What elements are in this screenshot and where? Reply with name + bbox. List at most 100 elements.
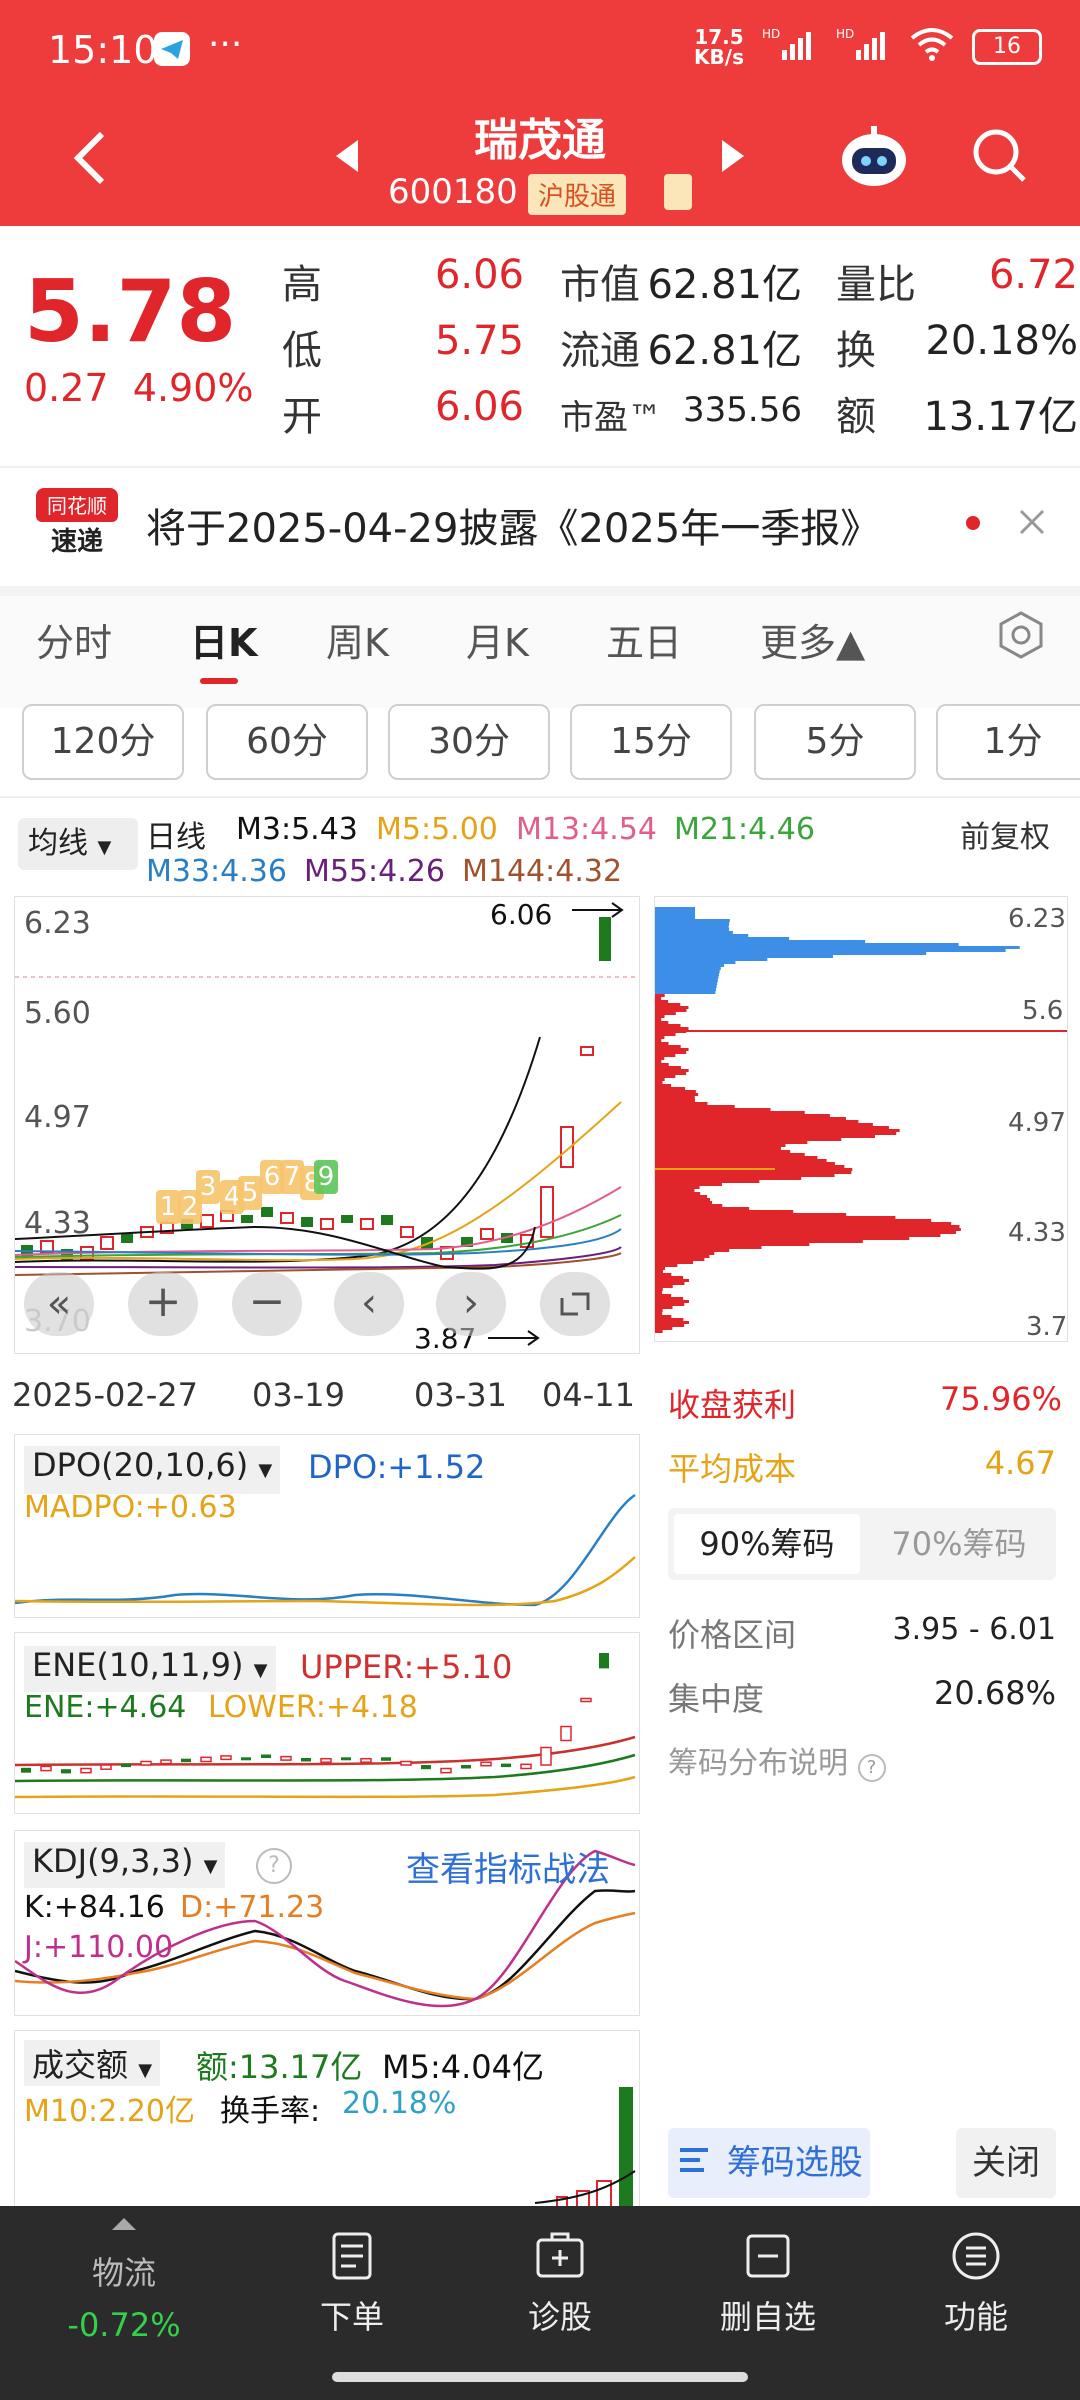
dpo-name[interactable]: DPO(20,10,6) ▼ xyxy=(24,1446,281,1494)
ene-candle xyxy=(381,1757,391,1761)
functions-button[interactable]: 功能 xyxy=(906,2230,1046,2338)
help-circle-icon[interactable]: ? xyxy=(256,1848,292,1884)
float-value: 62.81亿 xyxy=(647,328,802,374)
low-arrow-icon xyxy=(488,1328,544,1352)
kline-candle xyxy=(280,1212,294,1224)
min-5-button[interactable]: 5分 xyxy=(754,704,916,780)
scroll-left-icon[interactable]: ‹ xyxy=(334,1272,404,1336)
remove-watchlist-button[interactable]: 删自选 xyxy=(698,2230,838,2338)
chip-bar xyxy=(655,1039,662,1042)
chip-bar xyxy=(655,982,718,985)
chip-bar xyxy=(655,1132,897,1135)
chip-bar xyxy=(655,1303,685,1306)
chip-bar xyxy=(655,1228,961,1231)
chip-bar xyxy=(655,934,749,937)
zoom-out-icon[interactable]: − xyxy=(232,1272,302,1336)
chip-bar xyxy=(655,928,730,931)
high-label: 高 xyxy=(282,262,322,308)
ene-candle xyxy=(501,1763,511,1768)
tab-daily-k[interactable]: 日K xyxy=(190,612,257,667)
notice-text[interactable]: 将于2025-04-29披露《2025年一季报》 xyxy=(146,496,880,554)
chip-select-button[interactable]: 筹码选股 xyxy=(668,2128,870,2198)
ma-selector[interactable]: 均线 ▼ xyxy=(18,818,138,870)
tab-70-chip[interactable]: 70%筹码 xyxy=(866,1514,1052,1574)
chip-distribution-chart[interactable] xyxy=(654,896,1068,1342)
chip-bar xyxy=(655,1201,712,1204)
settings-hex-icon[interactable] xyxy=(996,610,1046,664)
chip-bar xyxy=(655,937,790,940)
min-1-button[interactable]: 1分 xyxy=(936,704,1080,780)
app-header: 15:10 ··· 17.5 KB/s HD HD 16 瑞茂通 600180 沪… xyxy=(0,0,1080,226)
indicator-strategy-link[interactable]: 查看指标战法 xyxy=(406,1842,610,1891)
collapse-up-icon[interactable] xyxy=(110,2216,138,2236)
signal-number: 3 xyxy=(196,1170,220,1204)
kdj-name[interactable]: KDJ(9,3,3) ▼ xyxy=(24,1842,226,1888)
home-indicator[interactable] xyxy=(332,2372,748,2382)
svg-text:HD: HD xyxy=(762,27,780,41)
stock-code: 600180 xyxy=(388,172,518,212)
scroll-right-icon[interactable]: › xyxy=(436,1272,506,1336)
volume-name[interactable]: 成交额 ▼ xyxy=(24,2040,161,2086)
ene-candle xyxy=(241,1757,251,1761)
close-icon[interactable] xyxy=(1018,508,1046,540)
min-120-button[interactable]: 120分 xyxy=(22,704,184,780)
next-stock-icon[interactable] xyxy=(720,138,746,178)
min-30-button[interactable]: 30分 xyxy=(388,704,550,780)
chip-bar xyxy=(655,1078,665,1081)
min-15-button[interactable]: 15分 xyxy=(570,704,732,780)
chip-bar xyxy=(655,1150,791,1153)
chip-bar xyxy=(655,1069,689,1072)
chip-explain-link[interactable]: 筹码分布说明 ? xyxy=(668,1738,886,1782)
chip-ytick-1: 6.23 xyxy=(1008,904,1066,934)
ma-m21: M21:4.46 xyxy=(674,812,815,847)
tab-monthly-k[interactable]: 月K xyxy=(466,612,529,667)
turnover-value: 20.18% xyxy=(925,318,1078,364)
ene-candle xyxy=(121,1763,131,1768)
search-icon[interactable] xyxy=(970,126,1030,190)
tab-weekly-k[interactable]: 周K xyxy=(326,612,389,667)
chip-bar xyxy=(655,1294,672,1297)
place-order-button[interactable]: 下单 xyxy=(282,2230,422,2338)
ene-candle xyxy=(80,1767,92,1774)
chip-bar xyxy=(655,964,725,967)
adjust-mode[interactable]: 前复权 xyxy=(960,812,1050,856)
chip-bar xyxy=(655,967,721,970)
active-tab-underline xyxy=(200,678,238,684)
diagnose-button[interactable]: 诊股 xyxy=(490,2230,630,2338)
chip-bar xyxy=(655,913,695,916)
sector-logistics[interactable]: 物流 -0.72% xyxy=(54,2248,194,2344)
kline-candle xyxy=(381,1215,393,1225)
menu-circle-icon xyxy=(952,2232,1000,2280)
chip-bar xyxy=(655,1237,910,1240)
ene-candle xyxy=(301,1758,311,1762)
volume-m5: M5:4.04亿 xyxy=(382,2048,545,2086)
tab-90-chip[interactable]: 90%筹码 xyxy=(674,1514,860,1574)
madpo-value: MADPO:+0.63 xyxy=(24,1490,237,1525)
fullscreen-icon[interactable] xyxy=(540,1272,610,1336)
ene-name[interactable]: ENE(10,11,9) ▼ xyxy=(24,1646,276,1692)
chip-bar xyxy=(655,1129,900,1132)
tab-intraday[interactable]: 分时 xyxy=(36,612,112,667)
tab-more[interactable]: 更多▲ xyxy=(760,612,865,667)
chip-bar xyxy=(655,1120,859,1123)
chip-bar xyxy=(655,910,695,913)
last-price: 5.78 xyxy=(24,262,237,362)
chip-bar xyxy=(655,1108,771,1111)
kdj-d: D:+71.23 xyxy=(180,1890,325,1925)
ene-candle xyxy=(61,1769,71,1774)
chip-bar xyxy=(655,1204,723,1207)
tab-five-day[interactable]: 五日 xyxy=(606,612,682,667)
ene-candle xyxy=(560,1725,572,1742)
more-dots-icon: ··· xyxy=(208,24,243,65)
chip-bar xyxy=(655,1255,710,1258)
chip-close-button[interactable]: 关闭 xyxy=(956,2128,1056,2198)
min-60-button[interactable]: 60分 xyxy=(206,704,368,780)
ene-candle xyxy=(360,1757,372,1763)
unread-dot-icon xyxy=(966,516,980,530)
chip-bar xyxy=(655,925,729,928)
chip-bar xyxy=(655,1216,896,1219)
ma-m55: M55:4.26 xyxy=(304,854,445,889)
zoom-out-far-icon[interactable]: « xyxy=(24,1272,94,1336)
zoom-in-icon[interactable]: + xyxy=(128,1272,198,1336)
robot-assistant-icon[interactable] xyxy=(838,124,910,194)
